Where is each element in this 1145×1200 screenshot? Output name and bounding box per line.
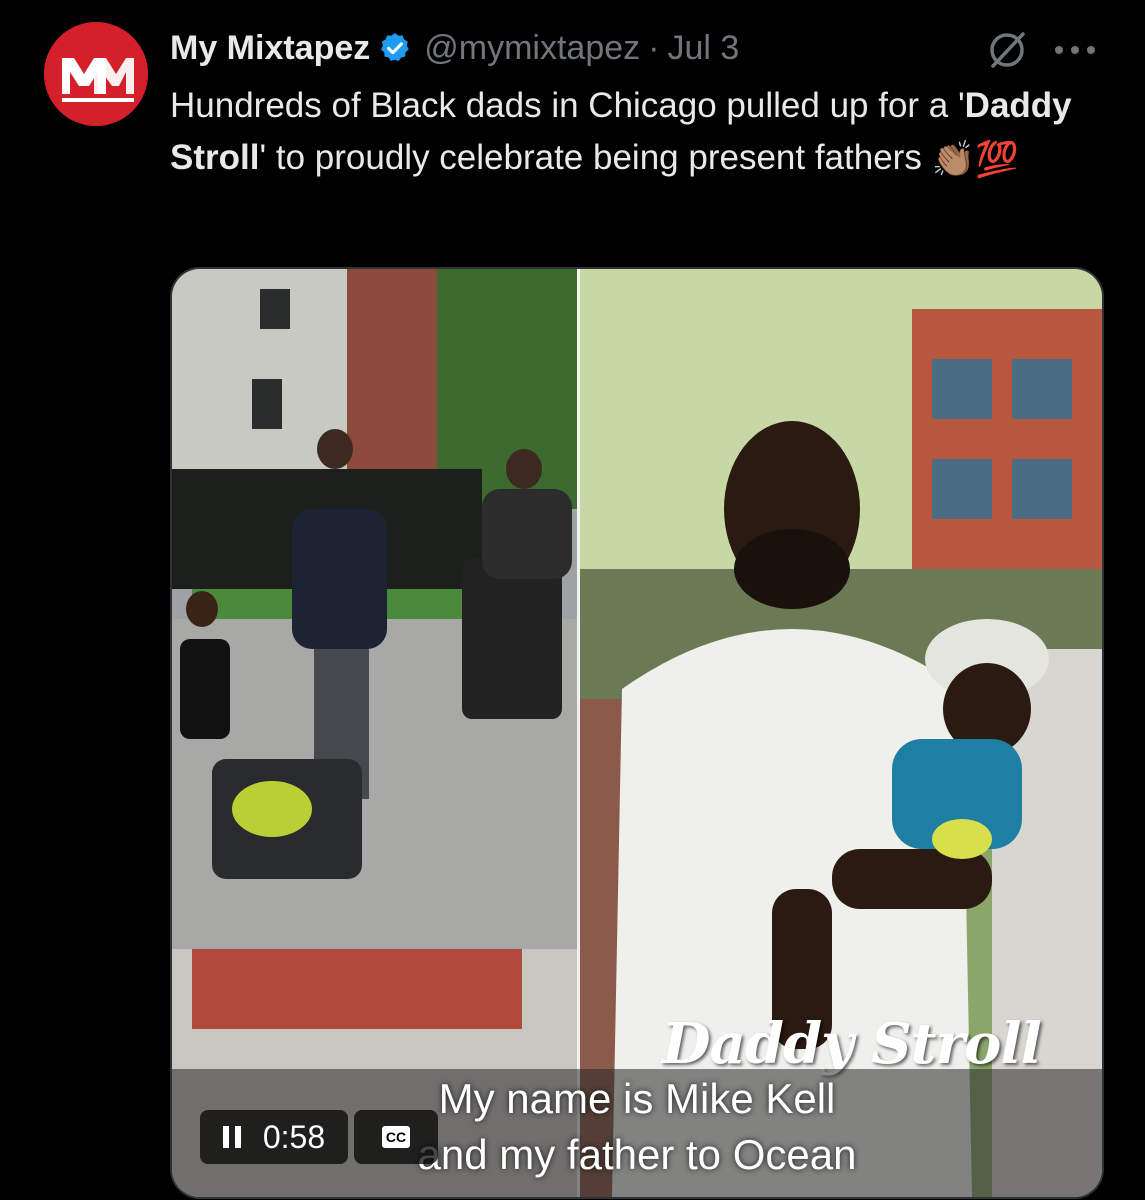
closed-captions-button[interactable]: CC bbox=[354, 1110, 438, 1164]
closed-captions-icon: CC bbox=[381, 1126, 411, 1148]
grok-icon[interactable] bbox=[985, 28, 1029, 72]
video-time: 0:58 bbox=[262, 1118, 326, 1155]
emoji-clap-hundred: 👏🏽💯 bbox=[931, 139, 1019, 179]
timestamp[interactable]: Jul 3 bbox=[667, 29, 739, 68]
video-player[interactable]: Daddy Stroll My name is Mike Kell and my… bbox=[170, 267, 1104, 1199]
avatar-logo bbox=[44, 22, 148, 126]
verified-badge-icon bbox=[381, 33, 410, 62]
display-name[interactable]: My Mixtapez bbox=[170, 29, 370, 68]
avatar[interactable] bbox=[44, 22, 148, 126]
daddy-stroll-watermark: Daddy Stroll bbox=[662, 1011, 1042, 1077]
tweet-text-part2: ' to proudly celebrate being present fat… bbox=[259, 138, 922, 177]
pause-icon bbox=[222, 1126, 241, 1148]
pause-button[interactable]: 0:58 bbox=[200, 1110, 348, 1164]
tweet-text-part1: Hundreds of Black dads in Chicago pulled… bbox=[170, 86, 965, 125]
separator: · bbox=[648, 28, 660, 67]
handle[interactable]: @mymixtapez bbox=[424, 29, 640, 68]
tweet-header: My Mixtapez @mymixtapez · Jul 3 bbox=[170, 26, 739, 70]
more-icon[interactable] bbox=[1055, 32, 1095, 68]
tweet-text: Hundreds of Black dads in Chicago pulled… bbox=[170, 80, 1090, 186]
